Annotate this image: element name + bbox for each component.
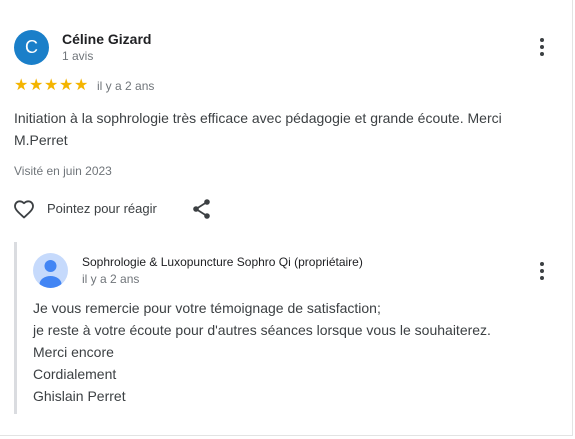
reviewer-avatar[interactable]: C (14, 30, 49, 65)
reply-line: Cordialement (33, 366, 117, 382)
person-avatar-icon[interactable] (33, 253, 68, 288)
more-options-icon[interactable] (530, 35, 554, 59)
share-icon[interactable] (190, 197, 214, 221)
reply-line: Je vous remercie pour votre témoignage d… (33, 300, 381, 316)
owner-name: Sophrologie & Luxopuncture Sophro Qi (pr… (82, 255, 363, 269)
reply-line: je reste à votre écoute pour d'autres sé… (33, 322, 491, 338)
star-rating: ★ ★ ★ ★ ★ (14, 78, 89, 94)
reply-line: Merci encore (33, 344, 114, 360)
reviewer-review-count: 1 avis (62, 49, 94, 63)
star-icon: ★ (74, 77, 89, 94)
react-label[interactable]: Pointez pour réagir (47, 201, 157, 216)
reply-line: Ghislain Perret (33, 388, 126, 404)
avatar-letter: C (25, 37, 38, 57)
star-icon: ★ (29, 77, 44, 94)
review-text: Initiation à la sophrologie très efficac… (14, 110, 502, 148)
reviewer-name[interactable]: Céline Gizard (62, 31, 151, 47)
star-icon: ★ (59, 77, 74, 94)
owner-reply-text: Je vous remercie pour votre témoignage d… (33, 297, 553, 407)
star-icon: ★ (44, 77, 59, 94)
heart-outline-icon[interactable] (12, 197, 36, 221)
reply-more-options-icon[interactable] (530, 259, 554, 283)
owner-reply-time: il y a 2 ans (82, 272, 140, 286)
reply-divider (14, 242, 17, 414)
review-time: il y a 2 ans (97, 79, 155, 93)
visited-date: Visité en juin 2023 (14, 164, 112, 178)
star-icon: ★ (14, 77, 29, 94)
review-card: C Céline Gizard 1 avis ★ ★ ★ ★ ★ il y a 2 an… (0, 0, 573, 436)
